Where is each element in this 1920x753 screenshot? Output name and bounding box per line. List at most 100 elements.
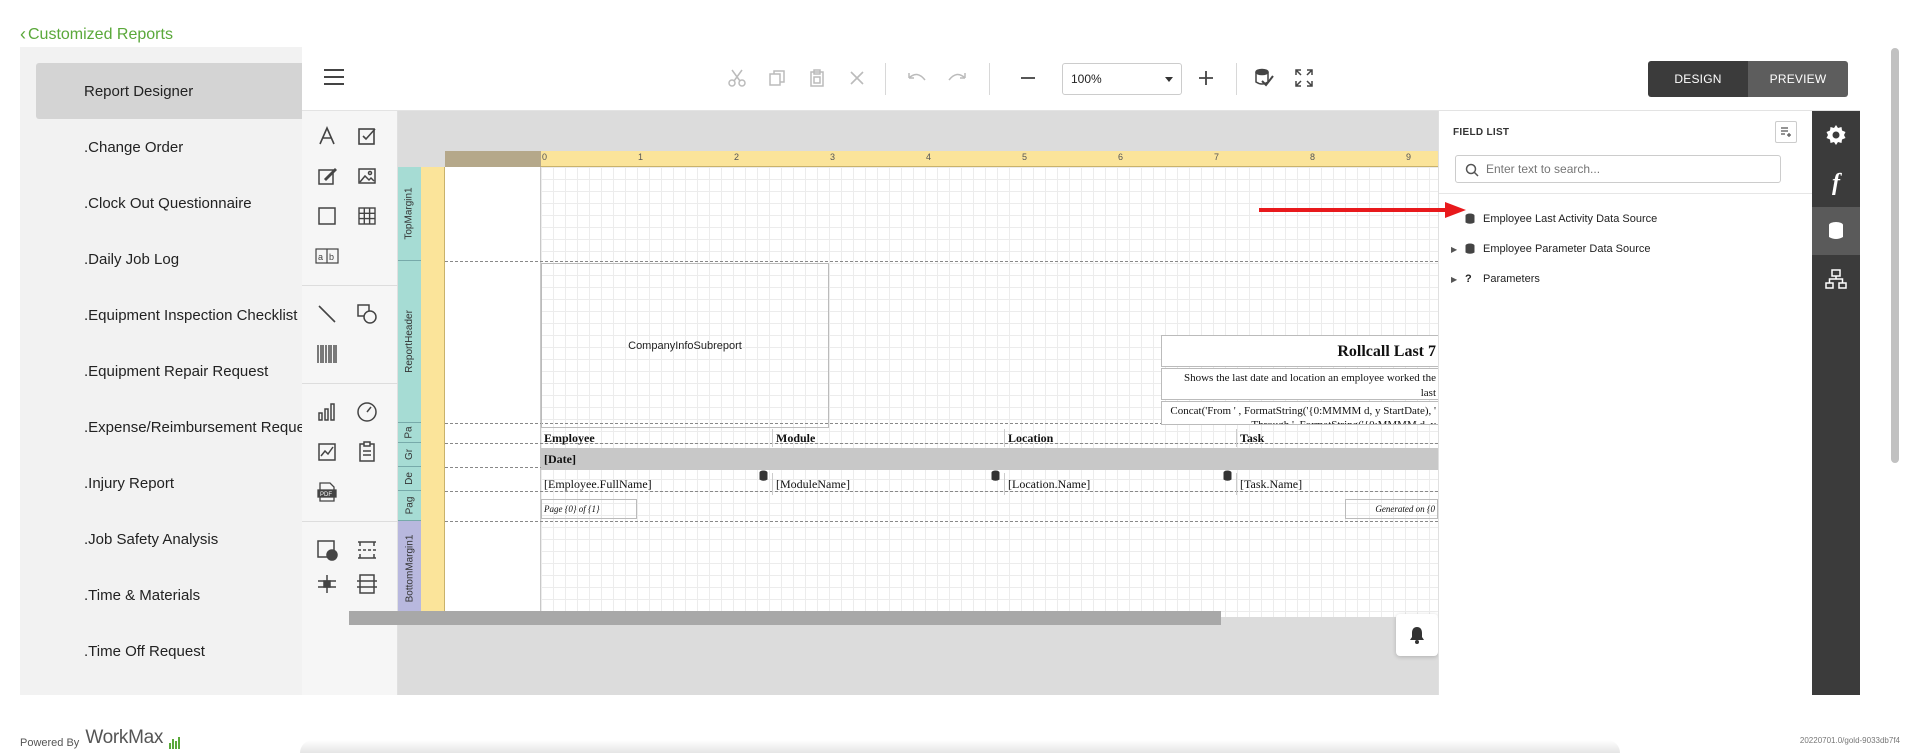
band-page-footer[interactable]: Pag — [398, 491, 421, 521]
zoom-in-icon[interactable] — [1192, 64, 1220, 92]
sparkline-tool-icon[interactable] — [312, 437, 342, 467]
cross-band-line-tool-icon[interactable] — [312, 569, 342, 599]
database-icon — [1465, 213, 1483, 225]
report-item-time-off-request[interactable]: .Time Off Request — [36, 623, 302, 679]
field-list-tab-database-icon[interactable] — [1812, 207, 1860, 255]
search-icon — [1465, 163, 1479, 177]
band-label-text: Gr — [403, 448, 415, 461]
vertical-scrollbar[interactable] — [1891, 48, 1899, 463]
copy-icon[interactable] — [763, 64, 791, 92]
field-list-item-employee-last-activity[interactable]: Employee Last Activity Data Source — [1451, 209, 1657, 229]
band-bottom-margin[interactable]: BottomMargin1 — [398, 521, 421, 617]
database-icon — [759, 470, 768, 481]
picture-tool-icon[interactable] — [352, 161, 382, 191]
undo-icon[interactable] — [903, 64, 931, 92]
line-tool-icon[interactable] — [312, 299, 342, 329]
group-date[interactable]: [Date] — [541, 448, 1438, 470]
horizontal-scrollbar[interactable] — [349, 611, 1221, 625]
horizontal-ruler: 0 1 2 3 4 5 6 7 8 9 — [445, 151, 1438, 167]
gauge-tool-icon[interactable] — [352, 397, 382, 427]
character-comb-tool-icon[interactable]: ab — [312, 241, 342, 271]
report-page[interactable]: CompanyInfoSubreport Rollcall Last 7 Sho… — [445, 167, 1438, 617]
delete-icon[interactable] — [843, 64, 871, 92]
report-item-change-order[interactable]: .Change Order — [36, 119, 302, 175]
table-tool-icon[interactable] — [352, 201, 382, 231]
report-item-equipment-repair-request[interactable]: .Equipment Repair Request — [36, 343, 302, 399]
header-location[interactable]: Location — [1005, 429, 1237, 447]
pdf-tool-icon[interactable]: PDF — [312, 477, 342, 507]
band-top-margin[interactable]: TopMargin1 — [398, 167, 421, 261]
vertical-ruler — [421, 167, 445, 617]
header-module[interactable]: Module — [773, 429, 1005, 447]
field-list-item-parameters[interactable]: ▶ ? Parameters — [1451, 269, 1540, 289]
ruler-number: 4 — [926, 152, 932, 162]
expressions-tab-function-icon[interactable]: f — [1812, 159, 1860, 207]
date-range-expression[interactable]: Concat('From ' , FormatString('{0:MMMM d… — [1161, 401, 1438, 425]
header-employee[interactable]: Employee — [541, 429, 773, 447]
report-item-time-and-materials[interactable]: .Time & Materials — [36, 567, 302, 623]
clipboard-tool-icon[interactable] — [352, 437, 382, 467]
cut-icon[interactable] — [723, 64, 751, 92]
page-info-field[interactable]: Page {0} of {1} — [541, 499, 637, 519]
field-list-item-label: Parameters — [1483, 273, 1540, 285]
field-list-panel: FIELD LIST Employee Last Activity Data S… — [1438, 111, 1813, 695]
panel-tool-icon[interactable] — [312, 201, 342, 231]
ruler-number: 5 — [1022, 152, 1028, 162]
bell-icon[interactable] — [1396, 614, 1438, 656]
checkbox-tool-icon[interactable] — [352, 121, 382, 151]
back-link-label: Customized Reports — [28, 25, 173, 43]
detail-module-name[interactable]: [ModuleName] — [773, 473, 1005, 495]
header-task[interactable]: Task — [1237, 429, 1438, 447]
paste-icon[interactable] — [803, 64, 831, 92]
shape-tool-icon[interactable] — [352, 299, 382, 329]
properties-tab-gear-icon[interactable] — [1812, 111, 1860, 159]
detail-task-name[interactable]: [Task.Name] — [1237, 473, 1438, 495]
report-title[interactable]: Rollcall Last 7 — [1161, 335, 1438, 367]
field-list-item-label: Employee Parameter Data Source — [1483, 243, 1651, 255]
database-icon — [1223, 470, 1232, 481]
redo-icon[interactable] — [943, 64, 971, 92]
cross-band-box-tool-icon[interactable] — [352, 569, 382, 599]
powered-by-label: Powered By — [20, 737, 80, 749]
company-info-subreport[interactable]: CompanyInfoSubreport — [541, 263, 829, 428]
expand-arrow-icon[interactable]: ▶ — [1451, 245, 1465, 254]
expand-arrow-icon[interactable]: ▶ — [1451, 275, 1465, 284]
zoom-select[interactable]: 100% — [1062, 63, 1182, 95]
generated-on-field[interactable]: Generated on {0 — [1345, 499, 1438, 519]
band-group-header[interactable]: Gr — [398, 443, 421, 467]
detail-location-name[interactable]: [Location.Name] — [1005, 473, 1237, 495]
field-search[interactable] — [1455, 155, 1781, 183]
report-item-report-designer[interactable]: Report Designer — [36, 63, 302, 119]
detail-employee-fullname[interactable]: [Employee.FullName] — [541, 473, 773, 495]
fullscreen-icon[interactable] — [1290, 64, 1318, 92]
design-surface[interactable]: 0 1 2 3 4 5 6 7 8 9 TopMargin1 ReportHea… — [398, 111, 1438, 695]
report-description[interactable]: Shows the last date and location an empl… — [1161, 368, 1438, 400]
report-item-injury-report[interactable]: .Injury Report — [36, 455, 302, 511]
band-detail[interactable]: De — [398, 467, 421, 491]
zoom-out-icon[interactable] — [1014, 64, 1042, 92]
report-item-equipment-inspection-checklist[interactable]: .Equipment Inspection Checklist — [36, 287, 302, 343]
page-break-tool-icon[interactable] — [352, 535, 382, 565]
label-tool-icon[interactable] — [312, 121, 342, 151]
design-tab[interactable]: DESIGN — [1648, 61, 1748, 97]
preview-tab[interactable]: PREVIEW — [1748, 61, 1848, 97]
report-explorer-tab-hierarchy-icon[interactable] — [1812, 255, 1860, 303]
page-info-tool-icon[interactable] — [312, 535, 342, 565]
chevron-left-icon: ‹ — [20, 24, 26, 44]
field-search-input[interactable] — [1486, 162, 1780, 176]
report-item-expense-reimbursement-request[interactable]: .Expense/Reimbursement Request — [36, 399, 302, 455]
band-page-header[interactable]: Pa — [398, 423, 421, 443]
back-to-customized-reports-link[interactable]: ‹ Customized Reports — [20, 24, 173, 45]
report-item-clock-out-questionnaire[interactable]: .Clock Out Questionnaire — [36, 175, 302, 231]
report-item-job-safety-analysis[interactable]: .Job Safety Analysis — [36, 511, 302, 567]
report-item-daily-job-log[interactable]: .Daily Job Log — [36, 231, 302, 287]
band-report-header[interactable]: ReportHeader — [398, 261, 421, 423]
add-parameter-icon[interactable] — [1775, 121, 1797, 143]
field-list-item-employee-parameter[interactable]: ▶ Employee Parameter Data Source — [1451, 239, 1651, 259]
menu-icon[interactable] — [324, 69, 344, 85]
rich-text-tool-icon[interactable] — [312, 161, 342, 191]
barcode-tool-icon[interactable] — [312, 339, 342, 369]
designer-toolbar: 100% DESIGN PREVIEW — [302, 47, 1860, 111]
validate-bindings-icon[interactable] — [1250, 64, 1278, 92]
chart-tool-icon[interactable] — [312, 397, 342, 427]
